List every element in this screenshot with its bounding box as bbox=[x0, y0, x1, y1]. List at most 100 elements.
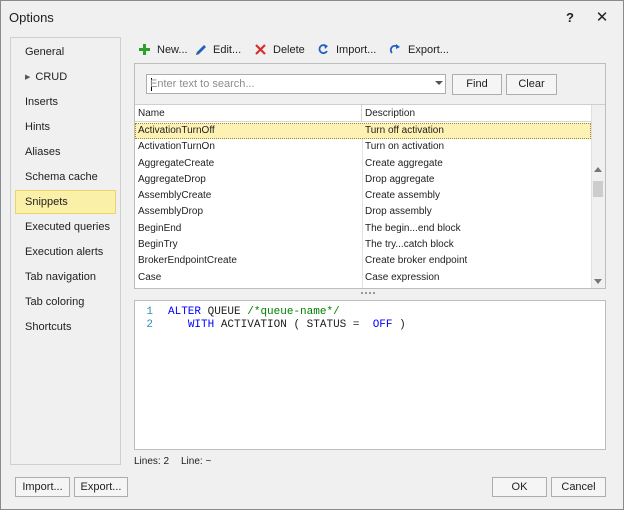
scrollbar-thumb[interactable] bbox=[593, 181, 603, 197]
code-text: STATUS bbox=[306, 319, 347, 331]
search-input[interactable] bbox=[150, 77, 428, 91]
scroll-up-arrow-icon[interactable] bbox=[594, 167, 602, 172]
code-line-2: WITH ACTIVATION ( STATUS = OFF ) bbox=[168, 319, 406, 331]
import-arrow-icon bbox=[318, 44, 328, 54]
status-current-line: Line: ~ bbox=[181, 456, 212, 467]
find-button[interactable]: Find bbox=[452, 74, 502, 95]
plus-icon bbox=[139, 44, 150, 55]
cell-name: BeginEnd bbox=[138, 222, 182, 234]
new-button[interactable]: New... bbox=[138, 41, 188, 59]
sidebar-item-aliases[interactable]: Aliases bbox=[15, 140, 116, 164]
import-snippets-label: Import... bbox=[336, 44, 377, 56]
search-combobox[interactable] bbox=[146, 74, 446, 94]
table-row[interactable]: Case Case expression bbox=[135, 270, 591, 286]
snippets-panel: Find Clear Name Description ActivationTu… bbox=[134, 63, 606, 289]
sidebar-item-schema-cache[interactable]: Schema cache bbox=[15, 165, 116, 189]
sidebar-item-hints[interactable]: Hints bbox=[15, 115, 116, 139]
sidebar-item-label: CRUD bbox=[35, 71, 68, 83]
sidebar-item-label: Executed queries bbox=[25, 221, 110, 233]
status-lines-count: Lines: 2 bbox=[134, 456, 170, 467]
table-row[interactable]: AggregateDrop Drop aggregate bbox=[135, 172, 591, 188]
table-row[interactable]: BeginTry The try...catch block bbox=[135, 237, 591, 253]
line-number: 1 bbox=[146, 306, 153, 318]
cell-description: Drop aggregate bbox=[365, 173, 435, 185]
sidebar-item-snippets[interactable]: Snippets bbox=[15, 190, 116, 214]
sidebar-item-tab-navigation[interactable]: Tab navigation bbox=[15, 265, 116, 289]
sidebar-item-label: Tab navigation bbox=[25, 271, 96, 283]
grid-rows: ActivationTurnOff Turn off activation Act… bbox=[135, 123, 591, 286]
cell-name: ActivationTurnOn bbox=[138, 141, 215, 153]
code-text: ( bbox=[293, 319, 301, 331]
table-row[interactable]: ActivationTurnOn Turn on activation bbox=[135, 139, 591, 155]
close-button[interactable]: ✕ bbox=[591, 8, 613, 28]
code-comment: /*queue-name*/ bbox=[247, 306, 340, 318]
export-snippets-label: Export... bbox=[408, 44, 449, 56]
import-snippets-button[interactable]: Import... bbox=[317, 41, 379, 59]
import-settings-button[interactable]: Import... bbox=[15, 477, 70, 497]
table-row[interactable]: AssemblyDrop Drop assembly bbox=[135, 204, 591, 220]
sidebar-item-label: Inserts bbox=[25, 96, 59, 108]
column-header-name[interactable]: Name bbox=[135, 105, 362, 122]
options-sidebar: General ▶ CRUD Inserts Hints Aliases Sche… bbox=[10, 37, 121, 465]
export-settings-button[interactable]: Export... bbox=[74, 477, 128, 497]
delete-x-icon bbox=[255, 44, 266, 55]
code-text: ACTIVATION bbox=[220, 319, 287, 331]
cell-description: Case expression bbox=[365, 271, 440, 283]
sidebar-item-shortcuts[interactable]: Shortcuts bbox=[15, 315, 116, 339]
table-row[interactable]: BrokerEndpointCreate Create broker endpoi… bbox=[135, 253, 591, 269]
table-row[interactable]: AggregateCreate Create aggregate bbox=[135, 156, 591, 172]
export-snippets-button[interactable]: Export... bbox=[389, 41, 451, 59]
expand-arrow-icon[interactable]: ▶ bbox=[25, 74, 30, 81]
code-line-1: ALTER QUEUE /*queue-name*/ bbox=[168, 306, 340, 318]
sidebar-item-label: Execution alerts bbox=[25, 246, 104, 258]
line-number: 2 bbox=[146, 319, 153, 331]
sidebar-item-label: General bbox=[25, 46, 65, 58]
sidebar-item-executed-queries[interactable]: Executed queries bbox=[15, 215, 116, 239]
title-bar: Options ? ✕ bbox=[1, 1, 623, 35]
code-text: = bbox=[352, 319, 360, 331]
table-row[interactable]: BeginEnd The begin...end block bbox=[135, 221, 591, 237]
snippets-grid: Name Description ActivationTurnOff Turn o… bbox=[135, 104, 605, 288]
snippets-toolbar: New... Edit... Delete Import... Export..… bbox=[135, 39, 605, 61]
scroll-down-arrow-icon[interactable] bbox=[594, 279, 602, 284]
cell-description: Create broker endpoint bbox=[365, 255, 468, 267]
sidebar-item-label: Shortcuts bbox=[25, 321, 72, 333]
code-text: QUEUE bbox=[207, 306, 241, 318]
snippet-code-editor[interactable]: 1 2 ALTER QUEUE /*queue-name*/ WITH ACTI… bbox=[134, 300, 606, 450]
sidebar-item-execution-alerts[interactable]: Execution alerts bbox=[15, 240, 116, 264]
table-row[interactable]: AssemblyCreate Create assembly bbox=[135, 188, 591, 204]
code-keyword: OFF bbox=[372, 319, 393, 331]
export-arrow-icon bbox=[389, 44, 400, 54]
cell-name: ActivationTurnOff bbox=[138, 125, 215, 136]
sidebar-item-tab-coloring[interactable]: Tab coloring bbox=[15, 290, 116, 314]
code-text: ) bbox=[399, 319, 406, 331]
cell-name: AggregateCreate bbox=[138, 157, 215, 169]
delete-button[interactable]: Delete bbox=[254, 41, 306, 59]
cell-name: AssemblyCreate bbox=[138, 190, 212, 202]
sidebar-item-inserts[interactable]: Inserts bbox=[15, 90, 116, 114]
options-dialog: Options ? ✕ General ▶ CRUD Inserts Hints … bbox=[0, 0, 624, 510]
column-header-description[interactable]: Description bbox=[362, 105, 591, 122]
sidebar-item-label: Schema cache bbox=[25, 171, 98, 183]
cell-name: AssemblyDrop bbox=[138, 206, 204, 218]
edit-button-label: Edit... bbox=[213, 44, 242, 56]
sidebar-item-label: Hints bbox=[25, 121, 51, 133]
ok-button[interactable]: OK bbox=[492, 477, 547, 497]
sidebar-item-crud[interactable]: ▶ CRUD bbox=[15, 65, 116, 89]
sidebar-item-general[interactable]: General bbox=[15, 40, 116, 64]
help-button[interactable]: ? bbox=[559, 8, 581, 28]
cell-description: Create assembly bbox=[365, 190, 441, 202]
grid-header: Name Description bbox=[135, 105, 591, 122]
edit-button[interactable]: Edit... bbox=[194, 41, 246, 59]
cancel-button[interactable]: Cancel bbox=[551, 477, 606, 497]
clear-button[interactable]: Clear bbox=[506, 74, 557, 95]
cell-description: The try...catch block bbox=[365, 239, 454, 251]
cell-name: AggregateDrop bbox=[138, 173, 206, 185]
cell-description: The begin...end block bbox=[365, 222, 461, 234]
cell-description: Drop assembly bbox=[365, 206, 432, 218]
splitter-grip[interactable] bbox=[361, 292, 377, 296]
table-row-selected[interactable]: ActivationTurnOff Turn off activation bbox=[135, 123, 591, 140]
chevron-down-icon[interactable] bbox=[435, 81, 443, 85]
sidebar-item-label: Tab coloring bbox=[25, 296, 85, 308]
sidebar-item-label: Snippets bbox=[25, 196, 68, 208]
